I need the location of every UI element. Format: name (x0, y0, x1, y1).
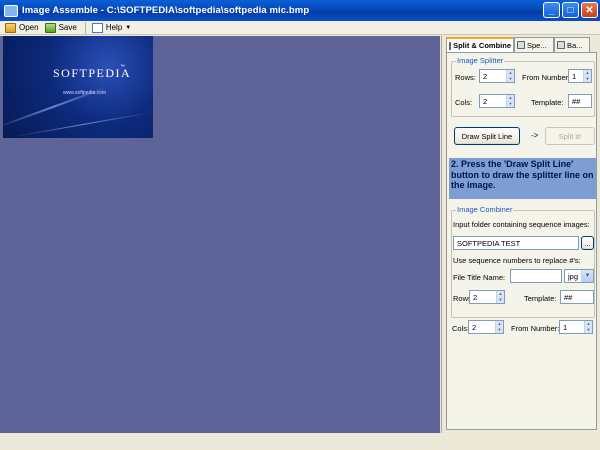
image-canvas[interactable]: SOFTPEDIA ™ www.softpedia.com (0, 36, 440, 433)
browse-button[interactable]: ... (581, 236, 594, 250)
chevron-down-icon[interactable]: ▼ (125, 25, 131, 31)
image-splitter-group: Image Splitter Rows: 2 ▲ ▼ From Number: 1… (451, 56, 595, 117)
save-label: Save (58, 23, 77, 32)
extension-select[interactable]: jpg ▼ (564, 269, 594, 283)
from-number-value: 1 (572, 71, 577, 81)
chevron-down-icon: ▼ (581, 270, 593, 282)
help-icon (91, 22, 103, 33)
spin-arrows[interactable]: ▲ ▼ (506, 70, 514, 82)
tab-label: Ba... (567, 40, 583, 50)
spin-arrows[interactable]: ▲ ▼ (506, 95, 514, 107)
split-it-button[interactable]: Split it! (545, 127, 595, 145)
extension-value: jpg (568, 271, 579, 281)
from-number-label: From Number: (511, 324, 560, 333)
spin-arrows[interactable]: ▲ ▼ (583, 70, 591, 82)
maximize-button[interactable]: □ (562, 2, 579, 18)
window-controls: _ □ ✕ (543, 2, 598, 18)
toolbar: Open Save Help ▼ (0, 21, 600, 35)
tab-content: Image Splitter Rows: 2 ▲ ▼ From Number: 1… (446, 52, 597, 430)
side-panel: Split & Combine Spe... Ba... Image Split… (441, 36, 600, 433)
spin-arrows[interactable]: ▲ ▼ (584, 321, 592, 333)
rows-stepper[interactable]: 2 ▲ ▼ (479, 69, 515, 83)
help-label: Help (105, 23, 123, 32)
group-title: Image Splitter (456, 56, 505, 65)
tab-label: Split & Combine (453, 41, 511, 50)
tab-split-combine[interactable]: Split & Combine (446, 37, 514, 52)
tab-special[interactable]: Spe... (514, 37, 554, 52)
toolbar-separator (84, 21, 86, 34)
template-input[interactable]: ## (568, 94, 592, 108)
cols-label: Cols: (452, 324, 470, 333)
rows-value: 2 (483, 71, 488, 81)
tab-batch[interactable]: Ba... (554, 37, 590, 52)
help-button[interactable]: Help ▼ (90, 21, 135, 35)
cols-value: 2 (483, 96, 488, 106)
title-bar: Image Assemble - C:\SOFTPEDIA\softpedia\… (0, 0, 600, 21)
open-button[interactable]: Open (3, 21, 43, 35)
close-button[interactable]: ✕ (581, 2, 598, 18)
cols-value: 2 (472, 322, 477, 332)
image-url-text: www.softpedia.com (63, 90, 107, 96)
flow-arrow: -> (531, 131, 539, 140)
spin-arrows[interactable]: ▲ ▼ (495, 321, 503, 333)
template-input[interactable]: ## (560, 290, 594, 304)
loaded-image[interactable]: SOFTPEDIA ™ www.softpedia.com (3, 36, 153, 138)
special-icon (517, 41, 525, 49)
template-label: Template: (524, 294, 557, 303)
group-title: Image Combiner (456, 205, 514, 214)
open-icon (5, 22, 16, 33)
tab-label: Spe... (527, 40, 547, 50)
image-streak (13, 111, 153, 138)
from-number-stepper[interactable]: 1 ▲ ▼ (559, 320, 593, 334)
minimize-button[interactable]: _ (543, 2, 560, 18)
template-label: Template: (531, 98, 564, 107)
split-combine-icon (449, 41, 452, 50)
image-trademark: ™ (120, 64, 125, 70)
batch-icon (557, 41, 565, 49)
tab-strip: Split & Combine Spe... Ba... (446, 37, 597, 52)
instruction-text: 2. Press the 'Draw Split Line' button to… (449, 158, 596, 199)
image-combiner-group: Image Combiner Input folder containing s… (451, 205, 595, 318)
window-title: Image Assemble - C:\SOFTPEDIA\softpedia\… (22, 5, 310, 16)
open-label: Open (19, 23, 39, 32)
app-icon[interactable] (4, 4, 18, 17)
save-button[interactable]: Save (43, 21, 81, 35)
from-number-label: From Number: (522, 73, 571, 82)
save-icon (44, 22, 56, 33)
draw-split-line-button[interactable]: Draw Split Line (454, 127, 520, 145)
spin-arrows[interactable]: ▲ ▼ (496, 291, 504, 303)
cols-label: Cols: (455, 98, 473, 107)
rows-label: Rows: (455, 73, 476, 82)
file-title-label: File Title Name: (453, 273, 506, 282)
rows-stepper[interactable]: 2 ▲ ▼ (469, 290, 505, 304)
from-number-stepper[interactable]: 1 ▲ ▼ (568, 69, 592, 83)
rows-value: 2 (473, 292, 478, 302)
folder-input[interactable]: SOFTPEDIA TEST (453, 236, 579, 250)
file-title-input[interactable] (510, 269, 562, 283)
cols-stepper[interactable]: 2 ▲ ▼ (468, 320, 504, 334)
cols-stepper[interactable]: 2 ▲ ▼ (479, 94, 515, 108)
sequence-label: Use sequence numbers to replace #'s: (453, 256, 581, 265)
folder-label: Input folder containing sequence images: (453, 220, 590, 229)
from-number-value: 1 (563, 322, 568, 332)
